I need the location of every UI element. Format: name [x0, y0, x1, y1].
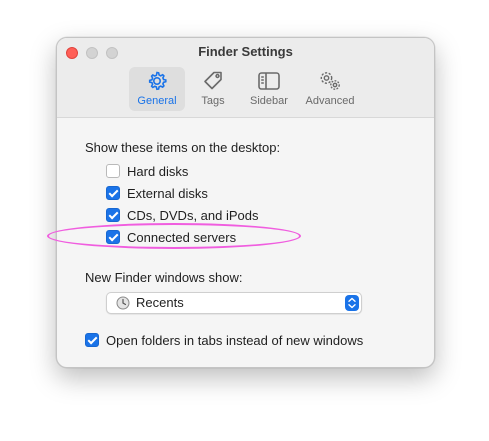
- tag-icon: [204, 71, 222, 90]
- open-in-tabs-checkbox[interactable]: [85, 333, 99, 347]
- window-title: Finder Settings: [198, 44, 293, 59]
- gears-icon: [320, 72, 340, 90]
- general-pane: Show these items on the desktop: Hard di…: [57, 118, 434, 367]
- connected-servers-row[interactable]: Connected servers: [106, 228, 236, 246]
- clock-icon: [116, 296, 130, 310]
- new-windows-popup[interactable]: Recents: [106, 292, 362, 314]
- chevron-up-down-icon: [345, 295, 359, 311]
- tab-advanced[interactable]: Advanced: [300, 67, 360, 111]
- external-disks-row[interactable]: External disks: [106, 184, 208, 202]
- cds-dvds-ipods-row[interactable]: CDs, DVDs, and iPods: [106, 206, 259, 224]
- new-windows-value: Recents: [136, 295, 184, 310]
- external-disks-checkbox[interactable]: [106, 186, 120, 200]
- new-windows-heading: New Finder windows show:: [85, 270, 243, 285]
- tab-general[interactable]: General: [129, 67, 185, 111]
- connected-servers-label: Connected servers: [127, 229, 237, 245]
- external-disks-label: External disks: [127, 185, 208, 201]
- tab-sidebar[interactable]: Sidebar: [241, 67, 297, 111]
- desktop-items-heading: Show these items on the desktop:: [85, 140, 281, 155]
- toolbar: Finder Settings General Tags Sidebar Adv…: [57, 38, 434, 118]
- connected-servers-checkbox[interactable]: [106, 230, 120, 244]
- tab-sidebar-label: Sidebar: [250, 95, 288, 107]
- cds-dvds-ipods-checkbox[interactable]: [106, 208, 120, 222]
- hard-disks-checkbox[interactable]: [106, 164, 120, 178]
- open-in-tabs-label: Open folders in tabs instead of new wind…: [106, 332, 364, 348]
- finder-settings-window: Finder Settings General Tags Sidebar Adv…: [56, 37, 435, 368]
- tab-general-label: General: [137, 95, 177, 107]
- tab-advanced-label: Advanced: [305, 95, 355, 107]
- gear-icon: [148, 71, 167, 91]
- tab-tags-label: Tags: [201, 95, 225, 107]
- sidebar-icon: [258, 72, 280, 90]
- tab-tags[interactable]: Tags: [190, 67, 236, 111]
- hard-disks-row[interactable]: Hard disks: [106, 162, 188, 180]
- open-in-tabs-row[interactable]: Open folders in tabs instead of new wind…: [85, 331, 363, 349]
- cds-dvds-ipods-label: CDs, DVDs, and iPods: [127, 207, 259, 223]
- hard-disks-label: Hard disks: [127, 163, 189, 179]
